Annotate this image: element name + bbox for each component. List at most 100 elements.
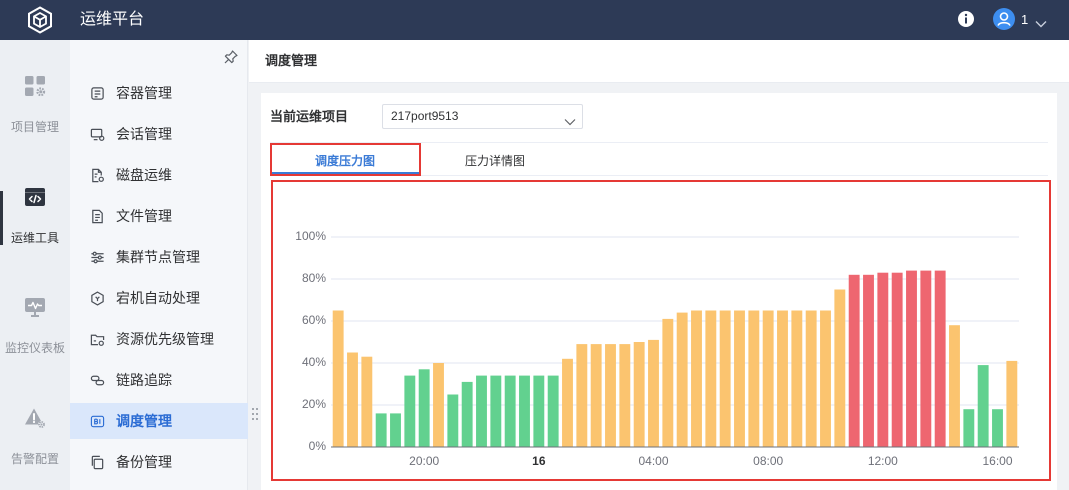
bar <box>834 289 846 447</box>
pin-icon[interactable] <box>224 50 238 64</box>
bar <box>805 310 817 447</box>
tab-pressure-detail[interactable]: 压力详情图 <box>421 144 569 175</box>
disk-doc-icon <box>90 168 105 183</box>
session-monitor-icon <box>90 127 105 142</box>
y-tick-label: 20% <box>302 397 326 411</box>
menu-item-auto-recover[interactable]: 宕机自动处理 <box>70 280 248 316</box>
info-icon[interactable] <box>957 10 975 28</box>
sliders-icon <box>90 250 105 265</box>
bar <box>605 344 616 447</box>
bar <box>433 363 444 447</box>
rail-item-ops-tools[interactable]: 运维工具 <box>0 177 70 253</box>
project-select[interactable]: 217port9513 <box>382 104 583 129</box>
user-menu[interactable]: 1 <box>993 0 1053 40</box>
bar <box>762 310 774 447</box>
link-icon <box>90 373 105 388</box>
bar <box>619 344 631 447</box>
menu-item-backup[interactable]: 备份管理 <box>70 444 248 480</box>
bar <box>734 310 745 447</box>
bar <box>375 413 387 447</box>
menu-item-container[interactable]: 容器管理 <box>70 75 248 111</box>
bar <box>934 270 946 447</box>
folder-gear-icon <box>90 332 105 347</box>
rail-item-monitor-dashboard[interactable]: 监控仪表板 <box>0 287 70 363</box>
menu-item-file[interactable]: 文件管理 <box>70 198 248 234</box>
auto-recover-icon <box>90 290 105 306</box>
rail-item-alert-config[interactable]: 告警配置 <box>0 398 70 474</box>
x-tick-label: 16 <box>532 454 546 468</box>
bar <box>332 310 344 447</box>
menu-item-label: 调度管理 <box>116 413 172 429</box>
bar <box>633 342 645 447</box>
app-title: 运维平台 <box>80 11 145 28</box>
chevron-down-icon <box>564 113 576 126</box>
bar <box>705 310 717 447</box>
bar <box>791 310 803 447</box>
bar <box>748 310 760 447</box>
y-tick-label: 0% <box>309 439 327 453</box>
rail-item-label: 告警配置 <box>10 452 59 466</box>
top-bar: 运维平台 1 <box>0 0 1069 40</box>
bar <box>361 356 373 447</box>
rail-item-label: 项目管理 <box>10 120 59 134</box>
y-tick-label: 40% <box>302 355 326 369</box>
bar <box>662 318 674 447</box>
menu-item-label: 磁盘运维 <box>116 167 172 183</box>
y-tick-label: 80% <box>302 271 326 285</box>
chevron-down-icon <box>1035 15 1047 28</box>
bar <box>691 310 702 447</box>
bar <box>848 274 860 447</box>
menu-item-disk-ops[interactable]: 磁盘运维 <box>70 157 248 193</box>
x-tick-label: 16:00 <box>982 454 1012 468</box>
code-window-icon <box>24 186 46 208</box>
user-avatar-icon <box>993 8 1015 30</box>
bar <box>906 270 917 447</box>
bar <box>562 358 573 447</box>
page-header: 调度管理 <box>249 40 1069 83</box>
tab-pressure-chart[interactable]: 调度压力图 <box>271 144 419 175</box>
bar <box>992 409 1003 447</box>
bar <box>1006 360 1018 447</box>
menu-item-resource-priority[interactable]: 资源优先级管理 <box>70 321 248 357</box>
bar <box>547 375 559 447</box>
menu-item-scheduling[interactable]: 调度管理 <box>70 403 248 439</box>
x-tick-label: 04:00 <box>638 454 668 468</box>
project-label: 当前运维项目 <box>270 109 349 124</box>
bar <box>390 413 401 447</box>
project-select-value: 217port9513 <box>391 109 459 123</box>
file-list-icon <box>90 209 105 224</box>
menu-item-label: 宕机自动处理 <box>116 290 200 306</box>
bar <box>676 312 688 447</box>
alert-gear-icon <box>24 407 46 429</box>
x-tick-label: 12:00 <box>868 454 898 468</box>
menu-item-cluster-node[interactable]: 集群节点管理 <box>70 239 248 275</box>
rail-item-label: 监控仪表板 <box>4 341 65 355</box>
bar <box>590 344 602 447</box>
sidebar-resize-handle[interactable] <box>251 407 259 421</box>
menu-item-label: 集群节点管理 <box>116 249 200 265</box>
sub-menu-sidebar: 容器管理 会话管理 磁盘运维 文件管理 集群节点管理 宕机自动处理 资源优先级管… <box>70 40 248 490</box>
cube-logo-icon[interactable] <box>27 6 53 34</box>
menu-item-label: 资源优先级管理 <box>116 331 214 347</box>
menu-item-label: 会话管理 <box>116 126 172 142</box>
menu-item-session[interactable]: 会话管理 <box>70 116 248 152</box>
menu-item-label: 文件管理 <box>116 208 172 224</box>
rail-item-label: 运维工具 <box>10 231 59 245</box>
bar <box>418 369 430 447</box>
monitor-pulse-icon <box>24 296 46 318</box>
bar <box>877 272 889 447</box>
divider <box>270 142 1048 143</box>
rail-item-project-management[interactable]: 项目管理 <box>0 66 70 142</box>
bar <box>347 352 358 447</box>
menu-item-trace[interactable]: 链路追踪 <box>70 362 248 398</box>
bar <box>519 375 530 447</box>
bar <box>977 365 989 447</box>
x-tick-label: 08:00 <box>753 454 783 468</box>
y-tick-label: 100% <box>295 229 326 243</box>
container-icon <box>90 86 105 101</box>
bi-report-icon <box>90 414 105 429</box>
menu-item-label: 容器管理 <box>116 85 172 101</box>
bar <box>891 272 903 447</box>
module-rail: 项目管理 运维工具 监控仪表板 告警配置 <box>0 40 70 490</box>
bar <box>533 375 545 447</box>
